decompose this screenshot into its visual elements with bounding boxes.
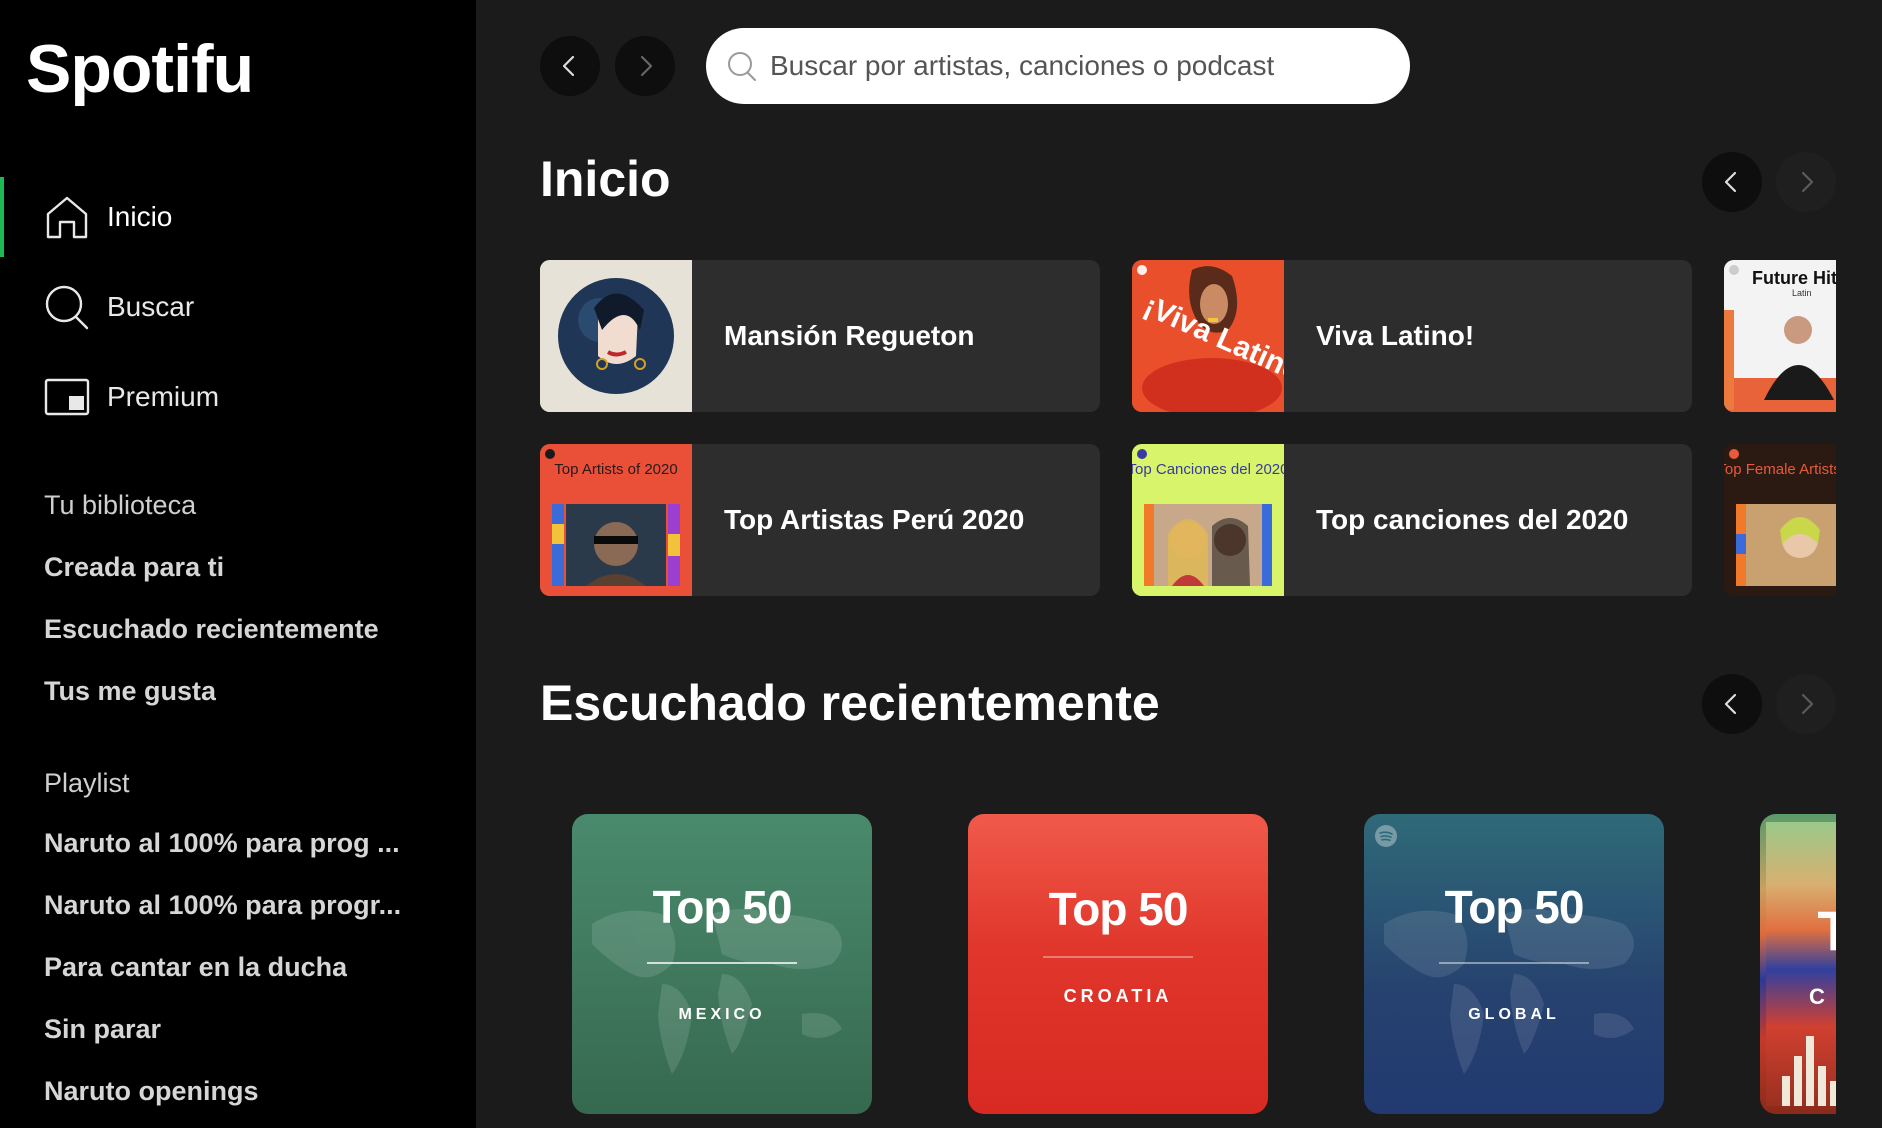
playlist-cover-image: Future Hit Latin <box>1724 260 1836 412</box>
cover-art-text: Top Artists of 2020 <box>554 461 677 478</box>
tile-subtitle: GLOBAL <box>1468 1006 1560 1023</box>
tile-subtitle: CROATIA <box>1063 986 1173 1006</box>
playlist-tile-top50-global[interactable]: Top 50 GLOBAL <box>1364 814 1664 1114</box>
playlist-card-viva-latino[interactable]: ¡Viva Latino! Viva Latino! <box>1132 260 1692 412</box>
playlist-cover-image: ¡Viva Latino! <box>1132 260 1284 412</box>
playlist-cover-image: Top Female Artists of 202 <box>1724 444 1836 596</box>
world-map-graphic <box>592 909 842 1074</box>
tile-divider <box>647 962 797 964</box>
equalizer-graphic <box>1782 1036 1836 1106</box>
carousel-prev-button[interactable] <box>1702 674 1762 734</box>
content-clip: Mansión Regueton ¡Viva Latino! Viva Lati… <box>0 0 1836 1128</box>
playlist-card-top-canciones[interactable]: Top Canciones del 2020 Top canciones del… <box>1132 444 1692 596</box>
spotify-logo-icon <box>1375 825 1397 847</box>
playlist-cover-image: Top Canciones del 2020 <box>1132 444 1284 596</box>
tile-title: Top 50 <box>1444 881 1585 933</box>
tile-title: Top 50 <box>1048 883 1189 935</box>
tile-divider <box>1043 956 1193 958</box>
cover-art-text: Top Female Artists of 202 <box>1724 461 1836 478</box>
playlist-tile-top50-mexico[interactable]: Top 50 MEXICO <box>572 814 872 1114</box>
playlist-tile-partial[interactable]: T C <box>1760 814 1836 1114</box>
tile-subtitle: C <box>1809 984 1827 1009</box>
cover-art-subtext: Latin <box>1792 288 1812 298</box>
tile-subtitle: MEXICO <box>678 1006 766 1023</box>
playlist-cover-image <box>540 260 692 412</box>
playlist-cover-image: Top Artists of 2020 <box>540 444 692 596</box>
chevron-left-icon <box>1724 693 1737 715</box>
app-window: Spotifu Inicio Buscar Premium Tu bibliot… <box>0 0 1882 1128</box>
playlist-card-top-female-artists[interactable]: Top Female Artists of 202 <box>1724 444 1836 596</box>
world-map-graphic <box>1384 909 1634 1074</box>
playlist-card-top-artistas-peru[interactable]: Top Artists of 2020 Top Artistas Perú 20… <box>540 444 1100 596</box>
card-title: Top canciones del 2020 <box>1316 504 1629 535</box>
tile-divider <box>1439 962 1589 964</box>
chevron-right-icon <box>1801 693 1814 715</box>
card-title: Top Artistas Perú 2020 <box>724 504 1025 535</box>
playlist-tile-top50-croatia[interactable]: Top 50 CROATIA <box>968 814 1268 1114</box>
card-title: Mansión Regueton <box>724 320 975 351</box>
playlist-card-future-hits[interactable]: Future Hit Latin <box>1724 260 1836 412</box>
playlist-card-mansion-regueton[interactable]: Mansión Regueton <box>540 260 1100 412</box>
section-title-escuchado: Escuchado recientemente <box>540 675 1160 731</box>
cover-art-text: Top Canciones del 2020 <box>1132 461 1284 478</box>
tile-title: Top 50 <box>652 881 793 933</box>
card-title: Viva Latino! <box>1316 320 1475 351</box>
tile-title: T <box>1817 899 1836 962</box>
carousel-next-button[interactable] <box>1776 674 1836 734</box>
cover-art-text: Future Hit <box>1752 268 1836 288</box>
